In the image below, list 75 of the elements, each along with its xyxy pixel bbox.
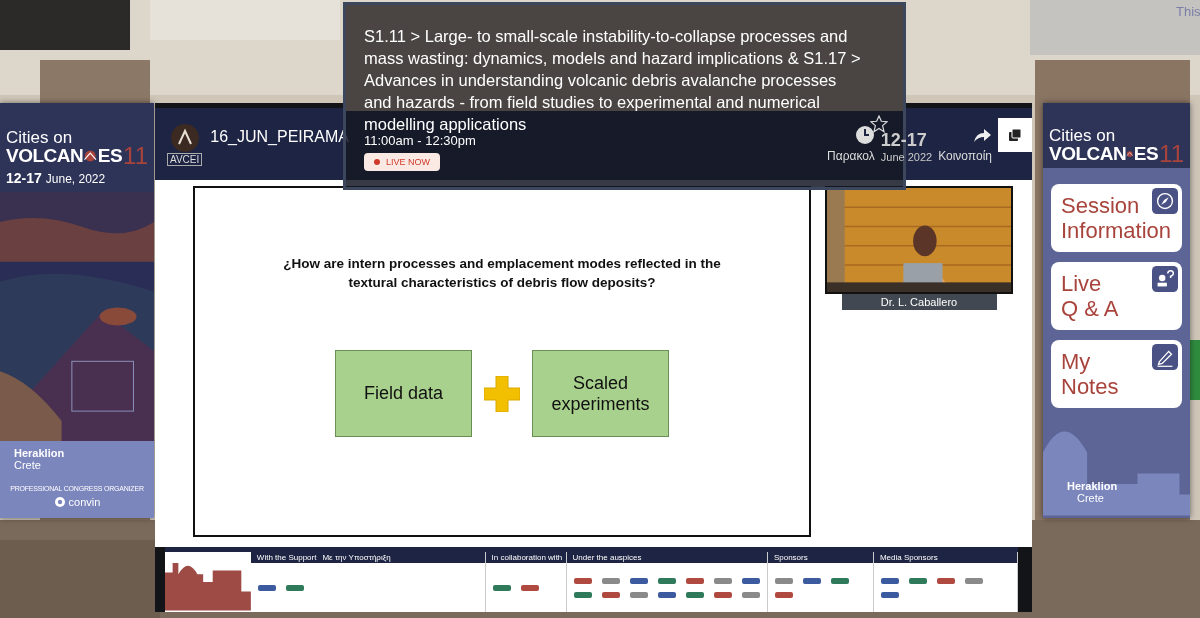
plus-icon: [484, 375, 520, 412]
clock-icon[interactable]: [854, 125, 875, 145]
compass-icon: [1152, 188, 1178, 214]
sponsor-logo-icon: [712, 589, 733, 600]
banner-title: Cities on: [1049, 127, 1117, 144]
sponsor-logo-icon: [684, 589, 705, 600]
menu-button[interactable]: Live Q & A: [1051, 262, 1182, 330]
sponsor-logo-icon: [773, 575, 794, 586]
question-person-icon: [1152, 266, 1178, 292]
city-name: Heraklion: [14, 447, 65, 459]
section-subheading: Με την Υποστήριξη: [322, 553, 391, 562]
section-heading: Media Sponsors: [879, 553, 938, 562]
region-name: Crete: [1077, 492, 1104, 504]
sponsor-logo-icon: [656, 575, 677, 586]
sponsor-logo-icon: [712, 575, 733, 586]
edition-number: 11: [1159, 144, 1184, 164]
banner-title: Cities on: [6, 129, 74, 146]
region-name: Crete: [14, 459, 41, 471]
section-heading: In collaboration with: [491, 553, 563, 562]
banner-wordmark: ES: [97, 146, 123, 166]
session-title: S1.11 > Large- to small-scale instability-to-collapse processes and mass wasting: dynamics, models and hazard implications & S1.17 > Advances in understanding volcanic debris avalanche processes and hazards - from field studies to experimental and numerical modelling applications: [364, 26, 862, 135]
sponsor-logo-icon: [628, 589, 649, 600]
sponsor-logo-icon: [740, 575, 761, 586]
sponsor-logo-icon: [572, 575, 593, 586]
menu-button[interactable]: Session Information: [1051, 184, 1182, 252]
sponsor-logo-icon: [907, 575, 928, 586]
partial-text: This: [1176, 4, 1200, 19]
sponsor-logo-icon: [491, 582, 512, 593]
sponsor-logo-icon: [684, 575, 705, 586]
city-name: Heraklion: [1067, 480, 1118, 492]
banner-wordmark: VOLCAN: [6, 146, 84, 166]
event-dates: 12-17: [6, 170, 42, 186]
slide-question: ¿How are intern processes and emplacement modes reflected in the textural characteristics of debris flow deposits?: [282, 255, 722, 292]
section-heading: Under the auspices: [572, 553, 642, 562]
session-time: 11:00am - 12:30pm: [364, 133, 476, 148]
sponsor-logo-icon: [572, 589, 593, 600]
channel-avatar-icon[interactable]: [169, 122, 200, 153]
event-month: June 2022: [880, 151, 933, 163]
sponsor-logo-icon: [256, 582, 277, 593]
pencil-icon: [1152, 344, 1178, 370]
slide-box: Field data: [335, 350, 472, 437]
organizer-name: convin: [68, 496, 101, 508]
star-icon[interactable]: [870, 115, 888, 133]
banner-wordmark: ES: [1133, 144, 1159, 164]
menu-button[interactable]: My Notes: [1051, 340, 1182, 408]
sponsor-logo-icon: [935, 575, 956, 586]
volcano-icon: [83, 149, 98, 163]
sponsor-logo-icon: [879, 589, 900, 600]
logo-text: AVCEI: [167, 152, 203, 166]
sponsor-logo-icon: [600, 575, 621, 586]
slide-box: Scaled experiments: [532, 350, 669, 437]
organizer-logo-icon: [53, 496, 66, 508]
event-dates: 12-17: [880, 130, 928, 151]
sponsor-logo-icon: [519, 582, 540, 593]
section-heading: With the Support: [256, 553, 317, 562]
sponsor-logo-icon: [284, 582, 305, 593]
sponsor-logo-icon: [773, 589, 794, 600]
sponsor-logo-icon: [879, 575, 900, 586]
section-heading: Sponsors: [773, 553, 808, 562]
copy-icon[interactable]: [998, 118, 1032, 152]
sponsor-logo-icon: [628, 575, 649, 586]
edition-number: 11: [123, 146, 148, 166]
live-badge: LIVE NOW: [364, 153, 440, 171]
sponsor-logo-icon: [656, 589, 677, 600]
event-month: June, 2022: [45, 172, 106, 186]
speaker-name: Dr. L. Caballero: [841, 294, 997, 310]
sponsor-logo-icon: [740, 589, 761, 600]
banner-wordmark: VOLCAN: [1049, 144, 1127, 164]
share-label[interactable]: Κοινοποίη: [938, 149, 992, 163]
watch-later-label[interactable]: Παρακολ: [827, 149, 875, 163]
sponsor-logo-icon: [963, 575, 984, 586]
sponsor-logo-icon: [829, 575, 850, 586]
video-title[interactable]: 16_JUN_PEIRAMA: [210, 128, 349, 146]
sponsor-logo-icon: [600, 589, 621, 600]
sponsor-logo-icon: [801, 575, 822, 586]
